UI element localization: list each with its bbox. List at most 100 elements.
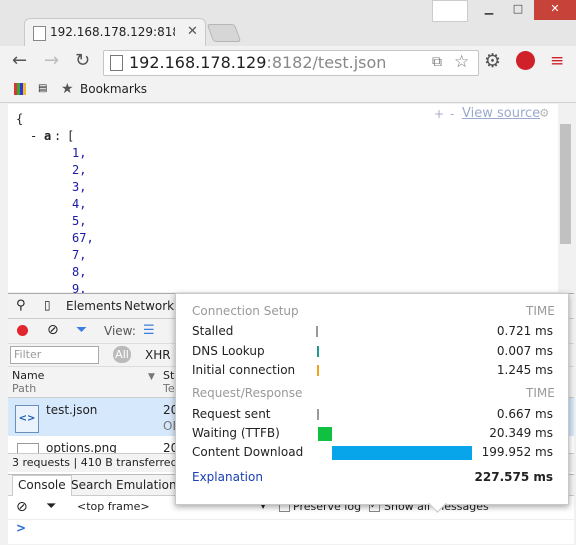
summary-text: 3 requests | 410 B transferred (12, 456, 178, 469)
col-text[interactable]: Te (163, 382, 175, 395)
url-host: 192.168.178.129 (129, 53, 267, 72)
page-info-icon[interactable] (110, 55, 123, 71)
back-icon[interactable]: ← (12, 52, 27, 70)
col-name[interactable]: Name (12, 369, 44, 382)
view-source-link[interactable]: View source (462, 106, 540, 121)
time-header: TIME (526, 386, 555, 400)
menu-icon[interactable]: ≡ (550, 52, 564, 70)
timing-label: Content Download (192, 445, 304, 459)
tab-title: 192.168.178.129:8182/te (50, 25, 175, 39)
console-prompt-icon: > (16, 521, 27, 535)
timing-popover: Connection Setup TIME Request/Response T… (175, 293, 569, 513)
timing-value: 0.721 ms (496, 324, 553, 338)
timing-bar (317, 427, 333, 441)
json-open-bracket: [ (67, 129, 75, 143)
bookmark-star-icon[interactable]: ★ (61, 81, 74, 97)
request-name: test.json (46, 403, 98, 417)
collapse-all-button[interactable]: - (450, 107, 454, 121)
json-array-item: 4, (72, 197, 87, 211)
minimize-button[interactable]: ▁ (476, 0, 502, 20)
tab-console[interactable]: Console (12, 475, 72, 496)
request-response-heading: Request/Response (192, 386, 303, 400)
address-bar[interactable]: 192.168.178.129:8182/test.json ⧉ ☆ (103, 50, 479, 76)
inspect-icon[interactable]: ⚲ (16, 298, 26, 313)
url-port: :8182 (266, 53, 313, 72)
sort-down-icon[interactable]: ▼ (148, 372, 155, 382)
json-array-item: 7, (72, 248, 87, 262)
scrollbar-thumb[interactable] (560, 124, 571, 244)
filter-input[interactable]: Filter (10, 346, 99, 364)
json-file-icon: <> (15, 405, 39, 433)
timing-bar (316, 326, 318, 337)
timing-bar (317, 409, 320, 420)
timing-bar (316, 365, 319, 376)
gear-icon[interactable]: ⚙ (484, 52, 501, 71)
json-open-brace: { (16, 112, 24, 126)
json-colon: : (54, 129, 62, 143)
expand-all-button[interactable]: + (434, 107, 444, 121)
json-collapse-toggle[interactable]: - (30, 129, 37, 143)
new-tab-button[interactable] (206, 24, 242, 42)
json-array-item: 2, (72, 163, 87, 177)
reload-icon[interactable]: ↻ (75, 52, 90, 70)
json-key: a (44, 129, 52, 143)
clear-icon[interactable]: ⊘ (47, 322, 59, 338)
timing-value: 0.007 ms (496, 344, 553, 358)
total-time: 227.575 ms (474, 470, 553, 484)
console-input[interactable]: > (8, 519, 574, 538)
page-shortcut-icon[interactable]: ▤ (38, 83, 47, 94)
list-view-icon[interactable]: ☰ (143, 323, 155, 338)
page-icon (33, 26, 46, 41)
filter-icon[interactable]: ⏷ (76, 322, 87, 338)
image-file-icon (17, 443, 39, 453)
json-array-item: 3, (72, 180, 87, 194)
user-profile-button[interactable] (432, 0, 468, 22)
timing-label: Waiting (TTFB) (192, 426, 280, 440)
col-path[interactable]: Path (12, 382, 36, 395)
tab-elements[interactable]: Elements (66, 299, 122, 313)
view-label: View: (104, 324, 136, 338)
explanation-link[interactable]: Explanation (192, 470, 263, 484)
star-icon[interactable]: ☆ (454, 52, 469, 72)
timing-label: Request sent (192, 407, 271, 421)
close-tab-icon[interactable]: ✕ (187, 24, 198, 39)
timing-label: Stalled (192, 324, 234, 338)
json-array-item: 8, (72, 265, 87, 279)
request-name: options.png (46, 441, 117, 453)
record-icon[interactable] (17, 325, 28, 336)
json-array-item: 67, (72, 231, 94, 245)
json-array-item: 5, (72, 214, 87, 228)
timing-bar (316, 346, 319, 357)
connection-setup-heading: Connection Setup (192, 304, 299, 318)
filter-xhr-button[interactable]: XHR (145, 348, 171, 362)
timing-value: 20.349 ms (489, 426, 553, 440)
device-mode-icon[interactable]: ▯ (44, 298, 51, 312)
url-text[interactable]: 192.168.178.129:8182/test.json (129, 53, 386, 72)
browser-window: 192.168.178.129:8182/te ✕ ▁ □ ✕ ← → ↻ ⚙ … (0, 0, 576, 545)
timing-label: DNS Lookup (192, 344, 265, 358)
tab-search[interactable]: Search (71, 478, 112, 492)
tab-network[interactable]: Network (124, 299, 174, 313)
timing-label: Initial connection (192, 363, 296, 377)
time-header: TIME (526, 304, 555, 318)
console-filter-icon[interactable]: ⏷ (46, 499, 56, 514)
close-window-button[interactable]: ✕ (534, 0, 576, 20)
forward-icon[interactable]: → (44, 52, 59, 70)
apps-icon[interactable] (14, 83, 26, 95)
json-array-item: 1, (72, 146, 87, 160)
page-scrollbar[interactable] (558, 104, 574, 292)
settings-gear-icon[interactable]: ⚙ (540, 105, 548, 121)
bookmarks-label[interactable]: Bookmarks (80, 82, 147, 96)
bookmarks-bar: ▤ ★ Bookmarks (0, 78, 576, 103)
title-bar: 192.168.178.129:8182/te ✕ ▁ □ ✕ (0, 0, 576, 47)
tab-emulation[interactable]: Emulation (116, 478, 177, 492)
browser-tab[interactable]: 192.168.178.129:8182/te ✕ (24, 18, 206, 47)
clear-console-icon[interactable]: ⊘ (16, 499, 28, 515)
filter-all-button[interactable]: All (113, 346, 131, 363)
timing-value: 199.952 ms (481, 445, 553, 459)
maximize-button[interactable]: □ (505, 0, 531, 20)
timing-value: 0.667 ms (496, 407, 553, 421)
extension-icon[interactable] (516, 51, 535, 70)
frame-select[interactable]: <top frame> (77, 500, 150, 513)
translate-icon[interactable]: ⧉ (432, 54, 442, 70)
